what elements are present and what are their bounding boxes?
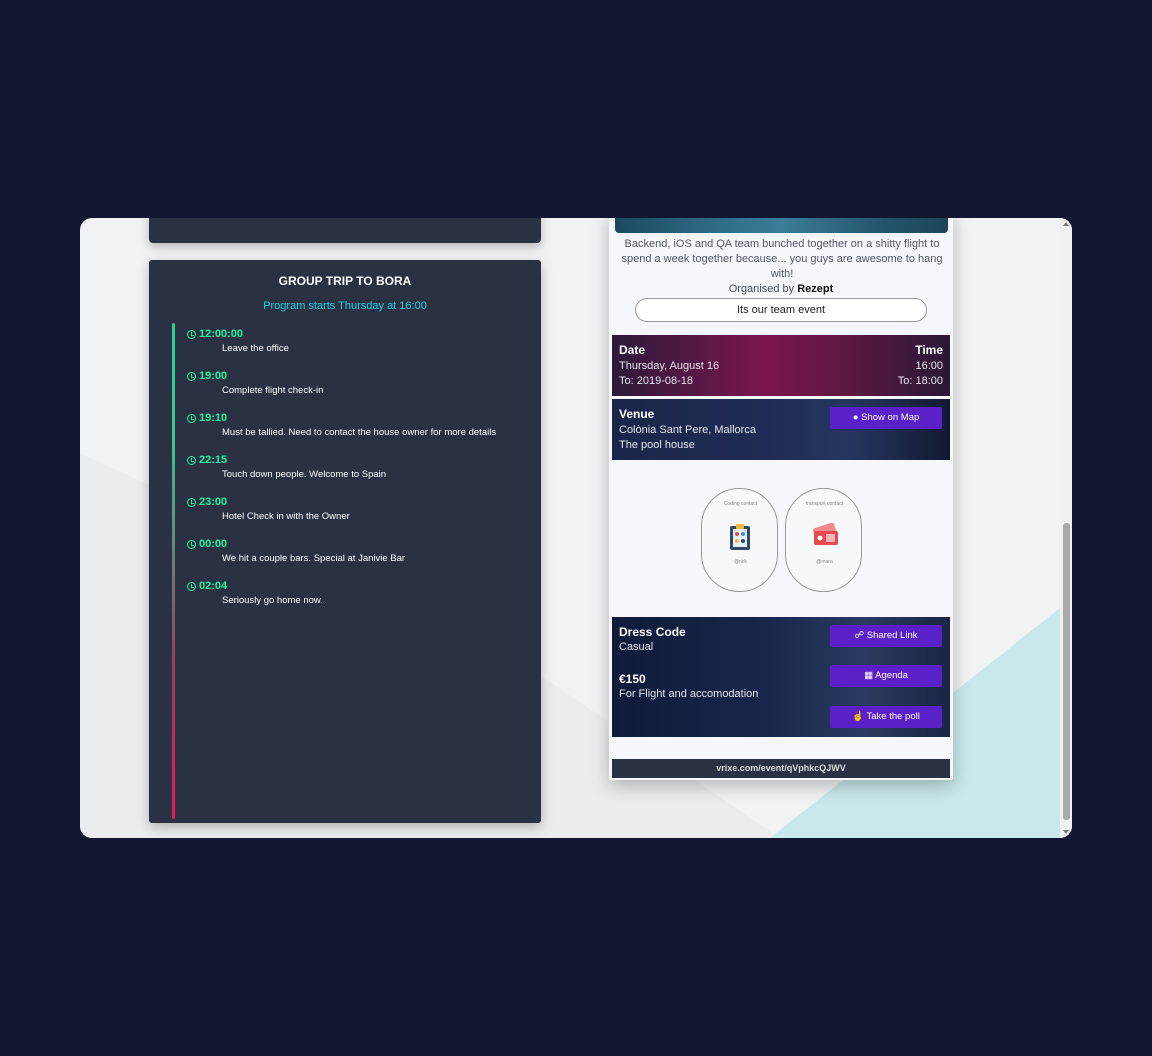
timeline-item: 19:00 Complete flight check-in [187,370,323,396]
clipboard-icon [730,524,750,550]
ticket-icon [812,523,838,545]
timeline-line [172,323,175,819]
timeline-time: 22:15 [199,454,228,466]
hero-image [615,218,948,233]
shared-link-button[interactable]: ☍ Shared Link [830,625,942,647]
date-heading: Date [619,343,646,357]
timeline-item: 22:15 Touch down people. Welcome to Spai… [187,454,386,480]
contact-card-coding[interactable]: Coding contact @rick [701,488,778,592]
date-end: To: 2019-08-18 [619,375,693,387]
organiser-line: Organised by Rezept [609,283,953,295]
scroll-up-icon[interactable] [1063,222,1069,226]
timeline-time: 12:00:00 [199,328,244,340]
venue-heading: Venue [619,407,655,421]
date-time-block: Date Thursday, August 16 To: 2019-08-18 … [612,335,950,396]
price-value: For Flight and accomodation [619,688,759,700]
timeline-item: 00:00 We hit a couple bars. Special at J… [187,538,405,564]
timeline-desc: Hotel Check in with the Owner [222,511,350,522]
clock-icon [187,539,196,549]
timeline-desc: Leave the office [222,343,289,354]
clock-icon [187,497,196,507]
timeline-item: 19:10 Must be tallied. Need to contact t… [187,412,496,438]
timeline-desc: Must be tallied. Need to contact the hou… [222,427,497,438]
clock-icon [187,455,196,465]
agenda-card: GROUP TRIP TO BORA Program starts Thursd… [149,260,541,823]
event-card: Backend, iOS and QA team bunched togethe… [609,218,953,780]
timeline-item: 23:00 Hotel Check in with the Owner [187,496,350,522]
time-start: 16:00 [915,360,943,372]
time-heading: Time [915,343,943,357]
event-description: Backend, iOS and QA team bunched togethe… [621,238,943,280]
dress-heading: Dress Code [619,625,686,639]
timeline-time: 00:00 [199,538,228,550]
previous-card [149,218,541,243]
organiser-name[interactable]: Rezept [797,283,833,295]
contact-label: transport contact [805,501,844,507]
scroll-thumb[interactable] [1063,523,1070,820]
agenda-subtitle: Program starts Thursday at 16:00 [263,300,427,312]
venue-block: Venue Colònia Sant Pere, Mallorca The po… [612,399,950,460]
clock-icon [187,371,196,381]
browser-window: GROUP TRIP TO BORA Program starts Thursd… [80,218,1072,838]
time-end: To: 18:00 [897,375,943,387]
venue-place: The pool house [619,439,695,451]
clock-icon [187,581,196,591]
show-on-map-button[interactable]: ● Show on Map [830,407,942,429]
timeline-desc: We hit a couple bars. Special at Janivie… [222,553,406,564]
scroll-down-icon[interactable] [1063,830,1069,834]
contact-handle: @rick [734,559,747,565]
agenda-title: GROUP TRIP TO BORA [278,274,412,288]
dress-price-block: Dress Code Casual €150 For Flight and ac… [612,617,950,737]
contact-card-transport[interactable]: transport contact @mara [785,488,862,592]
event-url-bar[interactable]: vrixe.com/event/qVphkcQJWV [612,759,950,778]
venue-address: Colònia Sant Pere, Mallorca [619,424,756,436]
timeline-item: 12:00:00 Leave the office [187,328,289,354]
organised-prefix: Organised by [728,283,795,295]
date-start: Thursday, August 16 [619,360,720,372]
link-icon: ☍ [854,630,865,641]
contact-handle: @mara [816,559,833,565]
timeline-desc: Touch down people. Welcome to Spain [222,469,387,480]
timeline-time: 19:00 [199,370,228,382]
agenda-button[interactable]: ▦ Agenda [830,665,942,687]
calendar-icon: ▦ [864,670,874,681]
event-tag-button[interactable]: Its our team event [635,298,927,322]
dress-value: Casual [619,641,654,653]
price-heading: €150 [619,672,646,686]
timeline-time: 23:00 [199,496,228,508]
take-poll-button[interactable]: ☝ Take the poll [830,706,942,728]
contact-label: Coding contact [723,501,758,507]
timeline-desc: Complete flight check-in [222,385,324,396]
timeline-item: 02:04 Seriously go home now. [187,580,323,606]
clock-icon [187,413,196,423]
timeline-time: 02:04 [199,580,228,592]
clock-icon [187,329,196,339]
map-pin-icon: ● [852,412,859,423]
timeline-desc: Seriously go home now. [222,595,323,606]
scrollbar[interactable] [1060,218,1072,838]
thumbs-up-icon: ☝ [852,711,865,722]
timeline-time: 19:10 [199,412,228,424]
